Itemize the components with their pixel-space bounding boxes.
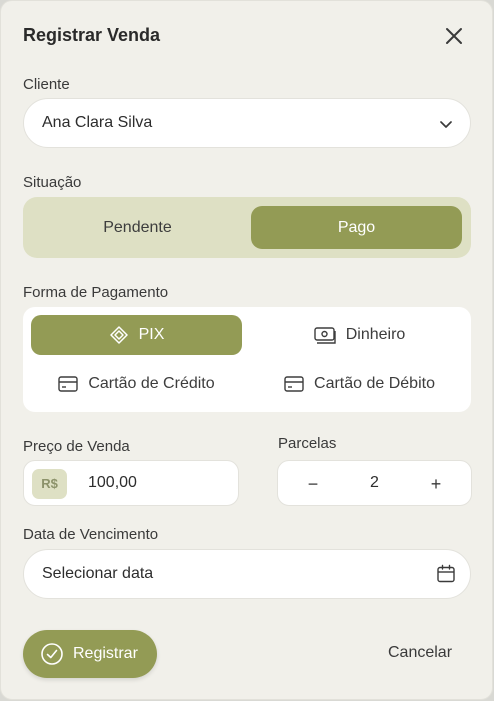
- credit-card-icon: [58, 376, 79, 392]
- check-circle-icon: [41, 643, 63, 665]
- currency-badge: R$: [32, 469, 67, 499]
- cancel-button[interactable]: Cancelar: [388, 644, 452, 662]
- payment-option-debito[interactable]: Cartão de Débito: [254, 364, 465, 404]
- register-button-label: Registrar: [73, 645, 138, 662]
- status-option-pendente[interactable]: Pendente: [32, 206, 243, 249]
- installments-label: Parcelas: [278, 435, 337, 452]
- client-select[interactable]: Ana Clara Silva: [23, 98, 471, 148]
- due-date-picker[interactable]: Selecionar data: [23, 549, 471, 599]
- payment-option-pix[interactable]: PIX: [31, 315, 242, 355]
- installments-stepper: 2 − +: [277, 460, 472, 506]
- payment-option-label: Cartão de Débito: [314, 375, 435, 392]
- payment-option-dinheiro[interactable]: Dinheiro: [254, 315, 465, 355]
- status-label: Situação: [23, 174, 82, 191]
- price-label: Preço de Venda: [23, 438, 130, 455]
- price-input[interactable]: R$ 100,00: [23, 460, 239, 506]
- due-date-placeholder: Selecionar data: [42, 565, 154, 582]
- chevron-down-icon: [440, 121, 452, 128]
- register-button[interactable]: Registrar: [23, 630, 157, 678]
- register-sale-dialog: Registrar Venda Cliente Ana Clara Silva …: [0, 0, 493, 700]
- close-button[interactable]: [441, 23, 467, 49]
- payment-option-label: Dinheiro: [345, 326, 406, 343]
- dialog-title: Registrar Venda: [23, 25, 161, 45]
- payment-option-credito[interactable]: Cartão de Crédito: [31, 364, 242, 404]
- increment-button[interactable]: +: [424, 472, 448, 496]
- status-option-pago[interactable]: Pago: [251, 206, 462, 249]
- decrement-button[interactable]: −: [301, 472, 325, 496]
- payment-option-label: Cartão de Crédito: [88, 375, 215, 392]
- price-value: 100,00: [88, 474, 137, 491]
- status-segmented-control: Pendente Pago: [23, 197, 471, 258]
- calendar-icon: [437, 564, 455, 583]
- payment-option-label: PIX: [138, 326, 165, 343]
- due-date-label: Data de Vencimento: [23, 526, 159, 543]
- cash-icon: [314, 327, 336, 344]
- client-select-value: Ana Clara Silva: [42, 114, 153, 131]
- payment-method-label: Forma de Pagamento: [23, 284, 169, 301]
- client-label: Cliente: [23, 76, 70, 93]
- debit-card-icon: [284, 376, 304, 392]
- payment-method-grid: PIX Dinheiro Cartão de Crédito Cartão de…: [23, 307, 471, 412]
- close-icon: [446, 28, 462, 44]
- pix-icon: [109, 326, 128, 344]
